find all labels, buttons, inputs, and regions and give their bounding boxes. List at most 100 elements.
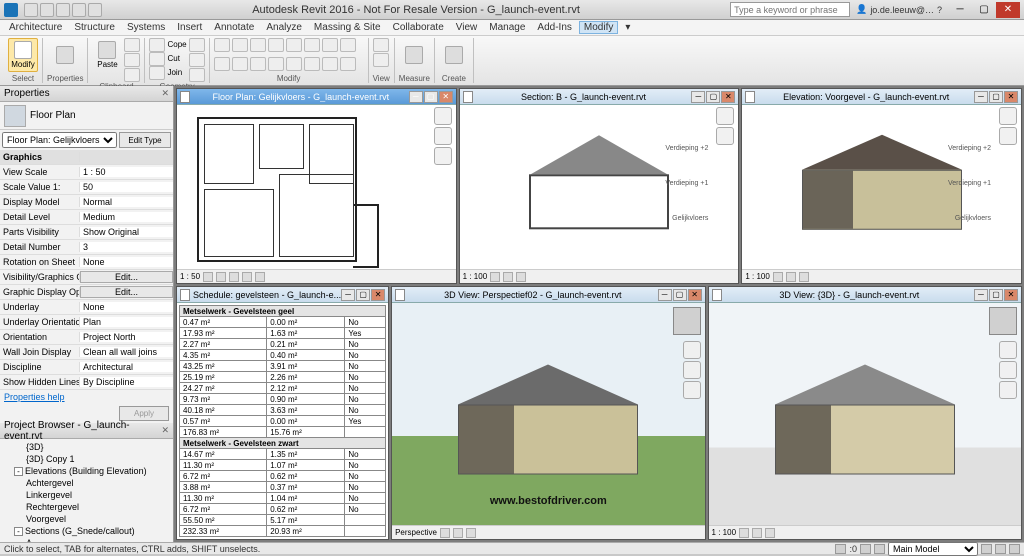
sb-icon[interactable] bbox=[874, 544, 885, 554]
menu-addins[interactable]: Add-Ins bbox=[532, 22, 576, 33]
instance-selector[interactable]: Floor Plan: Gelijkvloers bbox=[2, 132, 117, 148]
menu-modify[interactable]: Modify bbox=[579, 21, 618, 34]
scale-icon[interactable] bbox=[232, 57, 248, 71]
view-perspective[interactable]: 3D View: Perspectief02 - G_launch-event.… bbox=[391, 286, 705, 540]
section-canvas[interactable]: Verdieping +2 Verdieping +1 Gelijkvloers bbox=[460, 105, 739, 269]
schedule-row[interactable]: 0.57 m²0.00 m²Yes bbox=[180, 416, 386, 427]
schedule-row[interactable]: 43.25 m²3.91 m²No bbox=[180, 361, 386, 372]
property-row[interactable]: Underlay OrientationPlan bbox=[0, 315, 173, 330]
maximize-button[interactable]: ▢ bbox=[972, 2, 996, 18]
vs-icon[interactable] bbox=[466, 528, 476, 538]
user-area[interactable]: 👤 jo.de.leeuw@… ? bbox=[856, 4, 942, 15]
view-max-icon[interactable]: ▢ bbox=[706, 91, 720, 103]
offset-icon[interactable] bbox=[232, 38, 248, 52]
schedule-row[interactable]: 55.50 m²5.17 m² bbox=[180, 515, 386, 526]
panel-close-icon[interactable]: ✕ bbox=[161, 88, 169, 99]
floorplan-canvas[interactable] bbox=[177, 105, 456, 269]
vs-icon[interactable] bbox=[739, 528, 749, 538]
view-close-icon[interactable]: ✕ bbox=[1004, 91, 1018, 103]
trim-icon[interactable] bbox=[322, 38, 338, 52]
minimize-button[interactable]: ─ bbox=[948, 2, 972, 18]
view-min-icon[interactable]: ─ bbox=[341, 289, 355, 301]
delete-icon[interactable] bbox=[286, 57, 302, 71]
property-row[interactable]: Display ModelNormal bbox=[0, 195, 173, 210]
create-button[interactable] bbox=[439, 38, 469, 72]
view-3d-titlebar[interactable]: 3D View: {3D} - G_launch-event.rvt ─▢✕ bbox=[709, 287, 1021, 303]
cut-geom-button[interactable]: Cut bbox=[149, 52, 186, 65]
qat-open-icon[interactable] bbox=[24, 3, 38, 17]
mod-icon-c[interactable] bbox=[340, 57, 356, 71]
schedule-row[interactable]: 14.67 m²1.35 m²No bbox=[180, 449, 386, 460]
search-input[interactable] bbox=[730, 2, 850, 17]
schedule-row[interactable]: 232.33 m²20.93 m² bbox=[180, 526, 386, 537]
schedule-row[interactable]: 6.72 m²0.62 m²No bbox=[180, 504, 386, 515]
graphics-category[interactable]: Graphics bbox=[0, 150, 173, 165]
rotate-icon[interactable] bbox=[304, 38, 320, 52]
vs-icon[interactable] bbox=[786, 272, 796, 282]
schedule-row[interactable]: 17.93 m²1.63 m²Yes bbox=[180, 328, 386, 339]
tree-item[interactable]: Linkergevel bbox=[2, 489, 171, 501]
schedule-canvas[interactable]: Metselwerk - Gevelsteen geel0.47 m²0.00 … bbox=[177, 303, 388, 539]
menu-manage[interactable]: Manage bbox=[484, 22, 530, 33]
tree-item[interactable]: -Sections (G_Snede/callout) bbox=[2, 525, 171, 537]
view-min-icon[interactable]: ─ bbox=[691, 91, 705, 103]
view-icon-b[interactable] bbox=[373, 53, 389, 67]
schedule-row[interactable]: 40.18 m²3.63 m²No bbox=[180, 405, 386, 416]
nav-wheel-icon[interactable] bbox=[434, 127, 452, 145]
property-row[interactable]: Detail LevelMedium bbox=[0, 210, 173, 225]
schedule-row[interactable]: 11.30 m²1.07 m²No bbox=[180, 460, 386, 471]
property-row[interactable]: UnderlayNone bbox=[0, 300, 173, 315]
sb-icon[interactable] bbox=[995, 544, 1006, 554]
vs-icon[interactable] bbox=[490, 272, 500, 282]
nav-pan-icon[interactable] bbox=[683, 361, 701, 379]
browser-panel-header[interactable]: Project Browser - G_launch-event.rvt ✕ bbox=[0, 423, 173, 439]
vs-icon[interactable] bbox=[453, 528, 463, 538]
tree-item[interactable]: A bbox=[2, 537, 171, 542]
vs-icon[interactable] bbox=[503, 272, 513, 282]
move-icon[interactable] bbox=[268, 38, 284, 52]
mod-icon-b[interactable] bbox=[322, 57, 338, 71]
view-close-icon[interactable]: ✕ bbox=[721, 91, 735, 103]
view-elevation-titlebar[interactable]: Elevation: Voorgevel - G_launch-event.rv… bbox=[742, 89, 1021, 105]
property-row[interactable]: Graphic Display OptionsEdit... bbox=[0, 285, 173, 300]
view-max-icon[interactable]: ▢ bbox=[356, 289, 370, 301]
tree-item[interactable]: {3D} bbox=[2, 441, 171, 453]
vs-icon[interactable] bbox=[773, 272, 783, 282]
schedule-row[interactable]: 9.73 m²0.90 m²No bbox=[180, 394, 386, 405]
tree-item[interactable]: -Elevations (Building Elevation) bbox=[2, 465, 171, 477]
tree-item[interactable]: Voorgevel bbox=[2, 513, 171, 525]
menu-annotate[interactable]: Annotate bbox=[209, 22, 259, 33]
qat-print-icon[interactable] bbox=[88, 3, 102, 17]
vs-icon[interactable] bbox=[229, 272, 239, 282]
properties-button[interactable] bbox=[50, 38, 80, 72]
schedule-row[interactable]: 3.88 m²0.37 m²No bbox=[180, 482, 386, 493]
type-selector[interactable]: Floor Plan bbox=[0, 102, 173, 130]
sb-icon[interactable] bbox=[835, 544, 846, 554]
schedule-row[interactable]: 25.19 m²2.26 m²No bbox=[180, 372, 386, 383]
menu-view[interactable]: View bbox=[451, 22, 483, 33]
property-row[interactable]: Visibility/Graphics Overri...Edit... bbox=[0, 270, 173, 285]
view-elevation[interactable]: Elevation: Voorgevel - G_launch-event.rv… bbox=[741, 88, 1022, 284]
vs-icon[interactable] bbox=[255, 272, 265, 282]
nav-wheel-icon[interactable] bbox=[999, 127, 1017, 145]
close-button[interactable]: ✕ bbox=[996, 2, 1020, 18]
qat-redo-icon[interactable] bbox=[72, 3, 86, 17]
nav-home-icon[interactable] bbox=[999, 107, 1017, 125]
matchtype-icon[interactable] bbox=[124, 68, 140, 82]
nav-pan-icon[interactable] bbox=[999, 361, 1017, 379]
view-cube[interactable] bbox=[673, 307, 701, 335]
project-browser-tree[interactable]: {3D}{3D} Copy 1-Elevations (Building Ele… bbox=[0, 439, 173, 542]
properties-help-link[interactable]: Properties help bbox=[0, 390, 173, 404]
sb-filter-icon[interactable] bbox=[1009, 544, 1020, 554]
menu-architecture[interactable]: Architecture bbox=[4, 22, 67, 33]
tree-item[interactable]: Rechtergevel bbox=[2, 501, 171, 513]
view-close-icon[interactable]: ✕ bbox=[1004, 289, 1018, 301]
geom-icon-c[interactable] bbox=[189, 68, 205, 82]
property-row[interactable]: Scale Value 1:50 bbox=[0, 180, 173, 195]
view-3d[interactable]: 3D View: {3D} - G_launch-event.rvt ─▢✕ 1… bbox=[708, 286, 1022, 540]
elevation-canvas[interactable]: Verdieping +2 Verdieping +1 Gelijkvloers bbox=[742, 105, 1021, 269]
view-floorplan-titlebar[interactable]: Floor Plan: Gelijkvloers - G_launch-even… bbox=[177, 89, 456, 105]
nav-home-icon[interactable] bbox=[434, 107, 452, 125]
view-min-icon[interactable]: ─ bbox=[658, 289, 672, 301]
view-close-icon[interactable]: ✕ bbox=[439, 91, 453, 103]
